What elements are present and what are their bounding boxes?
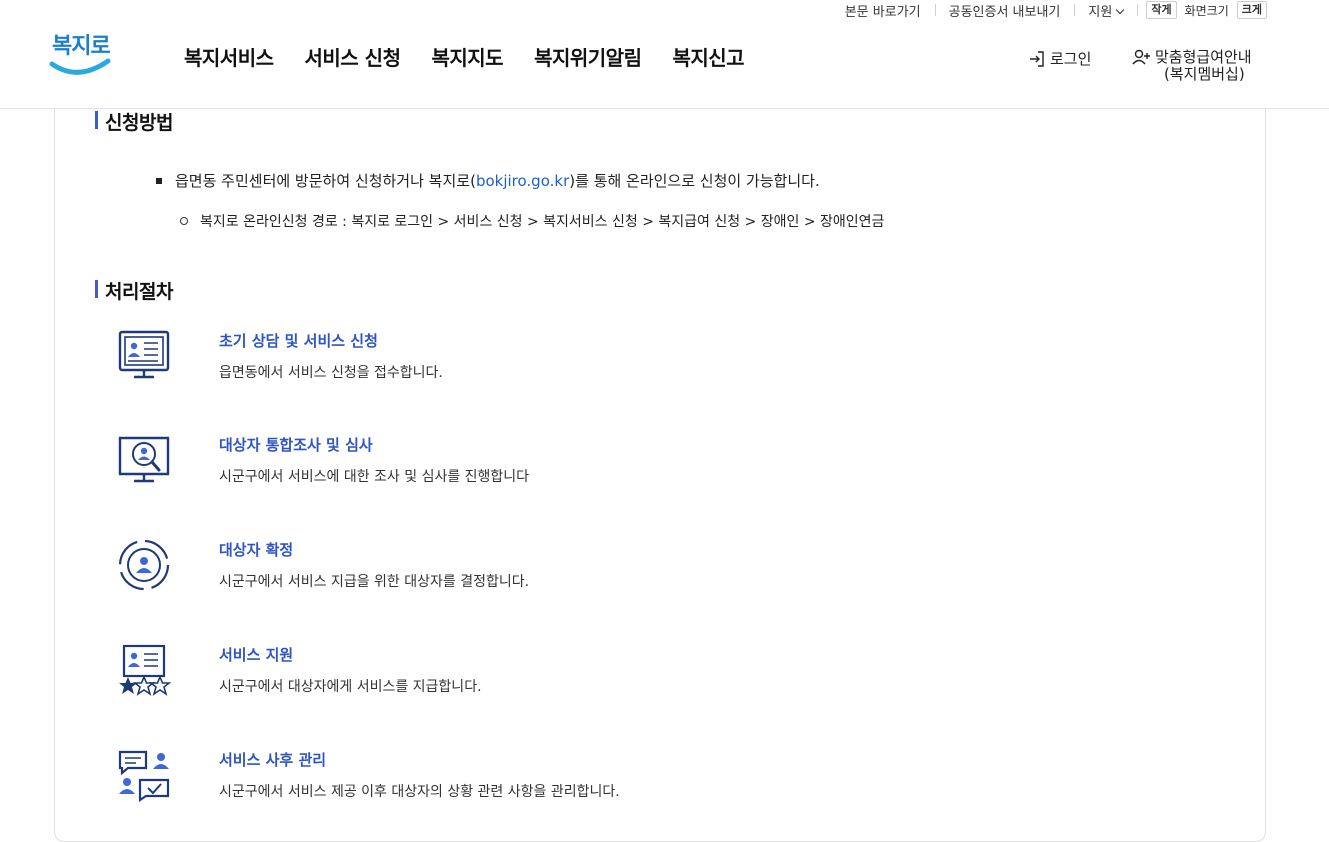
utility-bar: 본문 바로가기 공동인증서 내보내기 지원 작게 화면크기 크게 xyxy=(831,0,1267,20)
step-title: 대상자 확정 xyxy=(219,541,294,559)
site-header: 본문 바로가기 공동인증서 내보내기 지원 작게 화면크기 크게 복지로 복지서… xyxy=(0,0,1329,109)
nav-welfare-map[interactable]: 복지지도 xyxy=(431,42,503,71)
apply-path-bullet: 복지로 온라인신청 경로 : 복지로 로그인 > 서비스 신청 > 복지서비스 … xyxy=(180,211,884,231)
login-link[interactable]: 로그인 xyxy=(1028,48,1091,69)
nav-welfare-report[interactable]: 복지신고 xyxy=(672,42,744,71)
step-title: 대상자 통합조사 및 심사 xyxy=(219,436,373,454)
profile-stars-icon xyxy=(119,644,172,696)
support-dropdown[interactable]: 지원 xyxy=(1074,1,1137,20)
font-smaller-button[interactable]: 작게 xyxy=(1146,1,1177,19)
step-title: 서비스 지원 xyxy=(219,646,294,664)
font-larger-button[interactable]: 크게 xyxy=(1236,1,1267,19)
step-desc: 읍면동에서 서비스 신청을 접수합니다. xyxy=(219,365,443,381)
chevron-down-icon xyxy=(1116,5,1125,14)
step-title: 서비스 사후 관리 xyxy=(219,751,327,769)
circle-bullet-icon xyxy=(180,217,188,225)
step-desc: 시군구에서 서비스 지급을 위한 대상자를 결정합니다. xyxy=(219,574,530,590)
support-label: 지원 xyxy=(1088,4,1113,20)
step-desc: 시군구에서 대상자에게 서비스를 지급합니다. xyxy=(219,679,482,695)
login-icon xyxy=(1030,50,1044,67)
bokjiro-link[interactable]: bokjiro.go.kr xyxy=(476,172,569,190)
step-title: 초기 상담 및 서비스 신청 xyxy=(219,332,378,350)
apply-method-heading: 신청방법 xyxy=(95,108,173,135)
process-step: 서비스 지원 시군구에서 대상자에게 서비스를 지급합니다. xyxy=(116,644,816,704)
login-label: 로그인 xyxy=(1050,50,1092,68)
square-bullet-icon xyxy=(156,177,162,184)
export-certificate-link[interactable]: 공동인증서 내보내기 xyxy=(934,1,1075,20)
site-logo[interactable]: 복지로 xyxy=(48,28,114,82)
process-step: 대상자 확정 시군구에서 서비스 지급을 위한 대상자를 결정합니다. xyxy=(116,539,816,599)
apply-text-pre: 읍면동 주민센터에 방문하여 신청하거나 복지로( xyxy=(175,172,476,190)
process-heading: 처리절차 xyxy=(95,277,173,304)
monitor-search-icon xyxy=(118,436,170,483)
membership-link[interactable]: 맞춤형급여안내 (복지멤버십) xyxy=(1131,48,1252,82)
nav-crisis-alert[interactable]: 복지위기알림 xyxy=(534,42,642,71)
logo-text: 복지로 xyxy=(52,34,111,59)
font-size-control: 작게 화면크기 크게 xyxy=(1146,1,1267,19)
monitor-profile-icon xyxy=(118,330,170,379)
membership-label: 맞춤형급여안내 xyxy=(1155,48,1252,66)
main-nav: 복지서비스 서비스 신청 복지지도 복지위기알림 복지신고 xyxy=(184,42,775,71)
chat-people-icon xyxy=(118,750,170,803)
divider xyxy=(1137,4,1139,16)
nav-service-apply[interactable]: 서비스 신청 xyxy=(305,42,401,71)
membership-sublabel: (복지멤버십) xyxy=(1164,65,1245,83)
process-step: 서비스 사후 관리 시군구에서 서비스 제공 이후 대상자의 상황 관련 사항을… xyxy=(116,749,816,809)
process-step: 초기 상담 및 서비스 신청 읍면동에서 서비스 신청을 접수합니다. xyxy=(116,330,816,390)
target-person-icon xyxy=(118,539,170,591)
apply-bullet: 읍면동 주민센터에 방문하여 신청하거나 복지로(bokjiro.go.kr)를… xyxy=(156,170,820,191)
user-add-icon xyxy=(1132,49,1150,65)
process-step: 대상자 통합조사 및 심사 시군구에서 서비스에 대한 조사 및 심사를 진행합… xyxy=(116,434,816,494)
font-size-label: 화면크기 xyxy=(1184,3,1229,18)
nav-welfare-services[interactable]: 복지서비스 xyxy=(184,42,274,71)
step-desc: 시군구에서 서비스 제공 이후 대상자의 상황 관련 사항을 관리합니다. xyxy=(219,784,620,800)
skip-to-content-link[interactable]: 본문 바로가기 xyxy=(831,1,935,20)
apply-text-post: )를 통해 온라인으로 신청이 가능합니다. xyxy=(569,172,820,190)
step-desc: 시군구에서 서비스에 대한 조사 및 심사를 진행합니다 xyxy=(219,469,530,485)
apply-path-text: 복지로 온라인신청 경로 : 복지로 로그인 > 서비스 신청 > 복지서비스 … xyxy=(200,214,885,230)
smile-icon xyxy=(49,58,111,75)
